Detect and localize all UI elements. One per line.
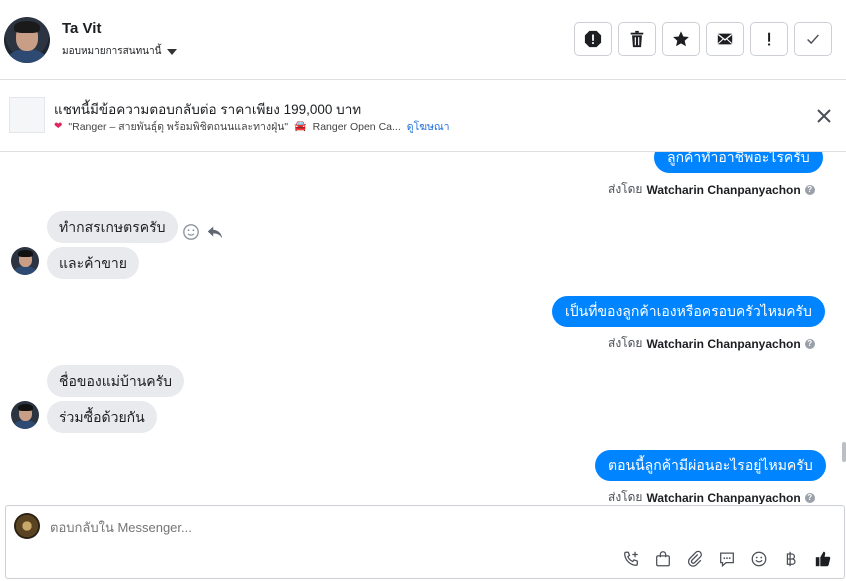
sent-by-prefix: ส่งโดย (608, 336, 643, 350)
mark-unread-button[interactable] (706, 22, 744, 56)
help-icon[interactable]: ? (804, 338, 815, 349)
phone-add-icon (624, 551, 638, 566)
contact-avatar-small[interactable] (11, 401, 39, 429)
outgoing-message[interactable]: ลูกค้าทำอาชีพอะไรครับ (654, 152, 823, 173)
exclamation-icon (768, 32, 771, 46)
payment-button[interactable] (780, 548, 802, 570)
heart-icon: ❤ (54, 121, 63, 132)
spam-icon (584, 30, 602, 48)
like-button[interactable] (812, 548, 834, 570)
star-button[interactable] (662, 22, 700, 56)
sender-name: Watcharin Chanpanyachon (646, 182, 801, 197)
sent-by-label: ส่งโดย Watcharin Chanpanyachon ? (608, 334, 815, 353)
attach-button[interactable] (684, 548, 706, 570)
view-ad-link[interactable]: ดูโฆษณา (407, 118, 450, 135)
help-icon[interactable]: ? (804, 184, 815, 195)
emoji-icon (751, 551, 767, 567)
ad-thumbnail[interactable] (9, 97, 45, 133)
page-avatar (14, 513, 40, 539)
sent-by-label: ส่งโดย Watcharin Chanpanyachon ? (608, 488, 815, 504)
conversation-actions (574, 22, 832, 56)
saved-reply-button[interactable] (716, 548, 738, 570)
incoming-message[interactable]: ทำกสรเกษตรครับ (47, 211, 178, 243)
delete-button[interactable] (618, 22, 656, 56)
ad-context-banner: แชทนี้มีข้อความตอบกลับต่อ ราคาเพียง 199,… (0, 80, 846, 152)
emoji-react-icon[interactable] (182, 223, 200, 241)
shopping-bag-icon (656, 551, 670, 567)
sent-by-prefix: ส่งโดย (608, 490, 643, 504)
envelope-icon (717, 33, 733, 45)
like-icon (815, 551, 831, 567)
ad-title: แชทนี้มีข้อความตอบกลับต่อ ราคาเพียง 199,… (54, 102, 362, 117)
paperclip-icon (687, 550, 702, 567)
incoming-message[interactable]: และค้าขาย (47, 247, 139, 279)
contact-name[interactable]: Ta Vit (62, 20, 101, 37)
incoming-message[interactable]: ชื่อของแม่บ้านครับ (47, 365, 185, 397)
message-thread[interactable]: ลูกค้าทำอาชีพอะไรครับ ส่งโดย Watcharin C… (0, 152, 846, 504)
reply-composer (5, 505, 845, 579)
car-icon: 🚘 (294, 121, 307, 132)
call-button[interactable] (620, 548, 642, 570)
sender-name: Watcharin Chanpanyachon (646, 336, 801, 351)
help-icon[interactable]: ? (804, 492, 815, 503)
ad-details: ❤ "Ranger – สายพันธุ์ดุ พร้อมพิชิตถนนและ… (54, 118, 450, 135)
sent-by-prefix: ส่งโดย (608, 182, 643, 196)
close-icon[interactable] (814, 106, 834, 126)
reply-icon[interactable] (206, 223, 224, 241)
shop-button[interactable] (652, 548, 674, 570)
ad-detail-text-2: Ranger Open Ca... (312, 120, 401, 133)
assign-conversation-dropdown[interactable]: มอบหมายการสนทนานี้ (62, 44, 178, 59)
sender-name: Watcharin Chanpanyachon (646, 490, 801, 505)
outgoing-message[interactable]: ตอนนี้ลูกค้ามีผ่อนอะไรอยู่ไหมครับ (595, 450, 826, 481)
check-icon (807, 34, 819, 45)
incoming-message[interactable]: ร่วมซื้อด้วยกัน (47, 401, 157, 433)
assign-conversation-label: มอบหมายการสนทนานี้ (62, 46, 162, 57)
report-spam-button[interactable] (574, 22, 612, 56)
contact-avatar[interactable] (4, 17, 50, 63)
trash-icon (630, 30, 644, 48)
sent-by-label: ส่งโดย Watcharin Chanpanyachon ? (608, 180, 815, 199)
composer-toolbar (620, 548, 834, 570)
caret-down-icon (167, 48, 178, 55)
contact-avatar-small[interactable] (11, 247, 39, 275)
message-hover-actions (182, 223, 224, 241)
mark-important-button[interactable] (750, 22, 788, 56)
ad-detail-text: "Ranger – สายพันธุ์ดุ พร้อมพิชิตถนนและทา… (68, 121, 289, 133)
mark-done-button[interactable] (794, 22, 832, 56)
saved-reply-icon (720, 552, 734, 568)
emoji-button[interactable] (748, 548, 770, 570)
star-icon (673, 31, 689, 47)
reply-input[interactable] (50, 520, 550, 535)
baht-icon (786, 551, 796, 567)
outgoing-message[interactable]: เป็นที่ของลูกค้าเองหรือครอบครัวไหมครับ (552, 296, 825, 327)
conversation-header: Ta Vit มอบหมายการสนทนานี้ (0, 0, 846, 80)
scrollbar-thumb[interactable] (842, 442, 846, 462)
